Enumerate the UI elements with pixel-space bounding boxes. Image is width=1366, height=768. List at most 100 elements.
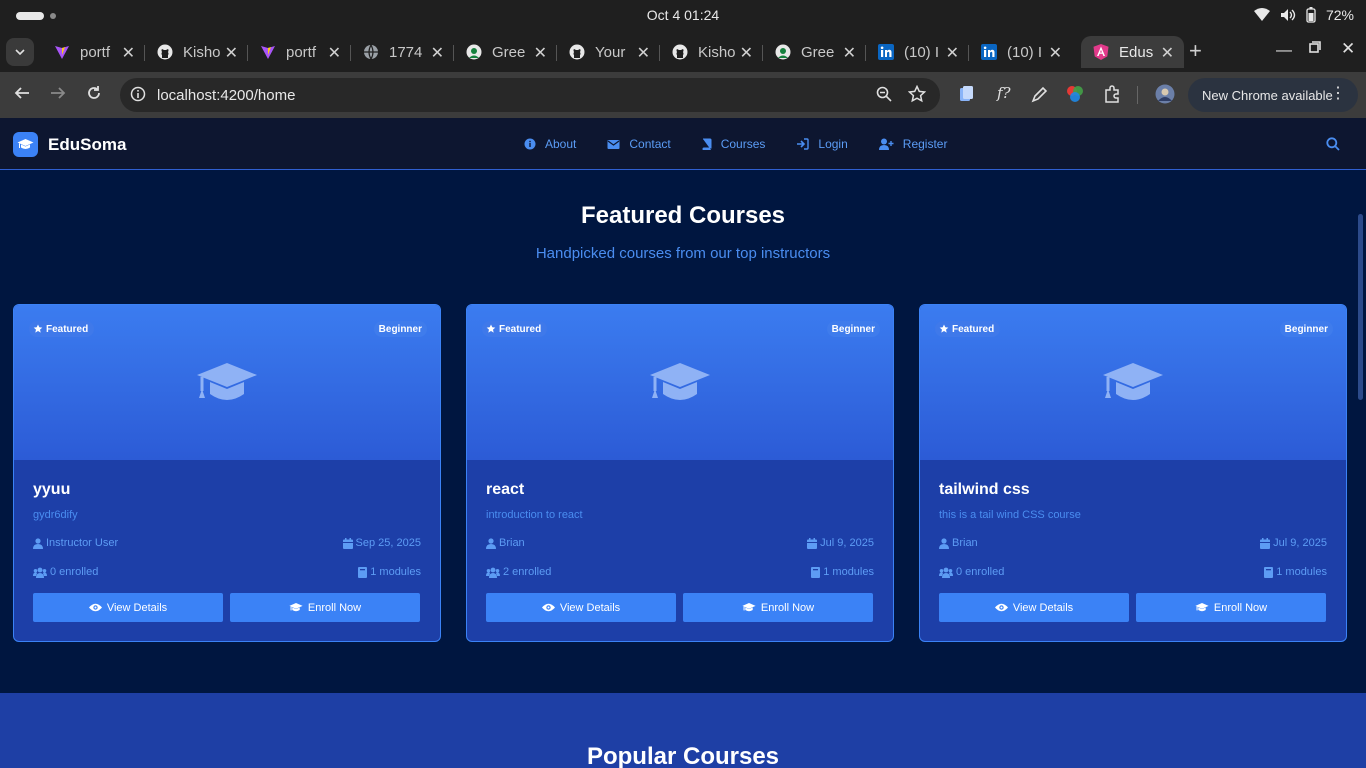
github-favicon-icon	[569, 44, 585, 60]
nav-link-login[interactable]: Login	[796, 137, 848, 151]
browser-tab[interactable]: Edus ✕	[1081, 36, 1184, 68]
graduation-cap-icon	[650, 363, 710, 400]
nav-links: About Contact Courses Login Register	[524, 137, 978, 151]
address-bar[interactable]: localhost:4200/home	[120, 78, 940, 112]
enroll-now-button[interactable]: Enroll Now	[1136, 593, 1326, 622]
os-status-bar: Oct 4 01:24 72%	[0, 0, 1366, 32]
forward-icon[interactable]	[50, 85, 66, 101]
graduation-cap-icon	[197, 363, 257, 400]
zoom-icon[interactable]	[876, 86, 892, 102]
featured-badge: Featured	[29, 321, 95, 337]
star-icon	[33, 324, 46, 334]
close-tab-icon[interactable]: ✕	[740, 43, 753, 63]
course-title[interactable]: react	[486, 481, 524, 499]
view-details-button[interactable]: View Details	[33, 593, 223, 622]
browser-tab[interactable]: Gree ✕	[454, 36, 557, 68]
url-text[interactable]: localhost:4200/home	[157, 87, 295, 104]
close-tab-icon[interactable]: ✕	[122, 43, 135, 63]
maximize-button[interactable]	[1309, 40, 1321, 58]
course-title[interactable]: tailwind css	[939, 481, 1030, 499]
wifi-icon	[1253, 8, 1270, 21]
reload-icon[interactable]	[86, 85, 102, 101]
browser-tab[interactable]: (10) I ✕	[866, 36, 969, 68]
close-tab-icon[interactable]: ✕	[225, 43, 238, 63]
course-thumbnail[interactable]: Featured Beginner	[14, 305, 440, 460]
profile-avatar-icon[interactable]	[1155, 84, 1175, 104]
minimize-button[interactable]: —	[1276, 42, 1292, 60]
color-picker-extension-icon[interactable]	[1031, 85, 1049, 103]
colorzilla-extension-icon[interactable]	[1066, 85, 1084, 103]
close-tab-icon[interactable]: ✕	[843, 43, 856, 63]
view-details-button[interactable]: View Details	[486, 593, 676, 622]
course-date-text: Jul 9, 2025	[820, 537, 874, 549]
system-tray[interactable]: 72%	[1253, 7, 1354, 23]
nav-link-contact[interactable]: Contact	[607, 137, 671, 151]
browser-tab[interactable]: Your ✕	[557, 36, 660, 68]
tab-search-button[interactable]	[6, 38, 34, 66]
eye-icon	[88, 603, 107, 612]
course-date-text: Sep 25, 2025	[355, 537, 421, 549]
new-tab-button[interactable]: +	[1189, 40, 1202, 62]
nav-link-label: Contact	[629, 137, 671, 151]
clipboard-extension-icon[interactable]	[958, 85, 974, 103]
level-badge: Beginner	[373, 321, 427, 337]
browser-tab[interactable]: portf ✕	[248, 36, 351, 68]
browser-tab[interactable]: (10) I ✕	[969, 36, 1072, 68]
course-card[interactable]: Featured Beginner tailwind css this is a ta…	[919, 304, 1347, 642]
bookmark-star-icon[interactable]	[908, 85, 926, 103]
enroll-now-label: Enroll Now	[1213, 601, 1268, 614]
kebab-menu-icon[interactable]: ⋮	[1330, 86, 1346, 102]
course-card[interactable]: Featured Beginner yyuu gydr6dify Instructor …	[13, 304, 441, 642]
github-favicon-icon	[157, 44, 173, 60]
enroll-now-label: Enroll Now	[760, 601, 815, 614]
user-plus-icon	[878, 138, 903, 150]
clock[interactable]: Oct 4 01:24	[0, 7, 1366, 23]
back-icon[interactable]	[14, 85, 30, 101]
course-title[interactable]: yyuu	[33, 481, 70, 499]
nav-link-register[interactable]: Register	[878, 137, 947, 151]
brand-name[interactable]: EduSoma	[48, 135, 126, 155]
browser-tab[interactable]: Kisho ✕	[145, 36, 248, 68]
browser-tab[interactable]: 1774 ✕	[351, 36, 454, 68]
course-card[interactable]: Featured Beginner react introduction to rea…	[466, 304, 894, 642]
course-modules: 1 modules	[1264, 566, 1327, 578]
brand-logo[interactable]	[13, 132, 38, 157]
graduation-cap-icon	[742, 602, 761, 613]
featured-badge-label: Featured	[499, 323, 542, 335]
enroll-now-button[interactable]: Enroll Now	[683, 593, 873, 622]
view-details-button[interactable]: View Details	[939, 593, 1129, 622]
nav-link-about[interactable]: About	[524, 137, 576, 151]
close-window-button[interactable]: ✕	[1341, 39, 1355, 59]
browser-tab[interactable]: Gree ✕	[763, 36, 866, 68]
close-tab-icon[interactable]: ✕	[637, 43, 650, 63]
close-tab-icon[interactable]: ✕	[431, 43, 444, 63]
browser-tab[interactable]: Kisho ✕	[660, 36, 763, 68]
star-icon	[486, 324, 499, 334]
fonts-extension-icon[interactable]: f?	[997, 84, 1011, 102]
search-icon[interactable]	[1326, 137, 1340, 151]
close-tab-icon[interactable]: ✕	[534, 43, 547, 63]
level-badge: Beginner	[1279, 321, 1333, 337]
close-tab-icon[interactable]: ✕	[946, 43, 959, 63]
extensions-puzzle-icon[interactable]	[1103, 85, 1121, 103]
calendar-icon	[807, 537, 820, 549]
course-modules: 1 modules	[358, 566, 421, 578]
site-info-icon[interactable]	[130, 86, 146, 102]
enrolled-count: 0 enrolled	[956, 566, 1005, 578]
close-tab-icon[interactable]: ✕	[328, 43, 341, 63]
featured-section-subtitle: Handpicked courses from our top instruct…	[535, 245, 831, 262]
level-badge: Beginner	[826, 321, 880, 337]
course-date-text: Jul 9, 2025	[1273, 537, 1327, 549]
close-tab-icon[interactable]: ✕	[1049, 43, 1062, 63]
graduation-cap-icon	[289, 602, 308, 613]
page-scrollbar[interactable]	[1358, 214, 1363, 400]
course-thumbnail[interactable]: Featured Beginner	[467, 305, 893, 460]
chrome-update-button[interactable]: New Chrome available ⋮	[1188, 78, 1358, 112]
browser-tab[interactable]: portf ✕	[42, 36, 145, 68]
users-icon	[486, 567, 503, 578]
nav-link-courses[interactable]: Courses	[702, 137, 765, 151]
course-thumbnail[interactable]: Featured Beginner	[920, 305, 1346, 460]
vite-favicon-icon	[54, 44, 70, 60]
close-tab-icon[interactable]: ✕	[1161, 43, 1174, 63]
enroll-now-button[interactable]: Enroll Now	[230, 593, 420, 622]
